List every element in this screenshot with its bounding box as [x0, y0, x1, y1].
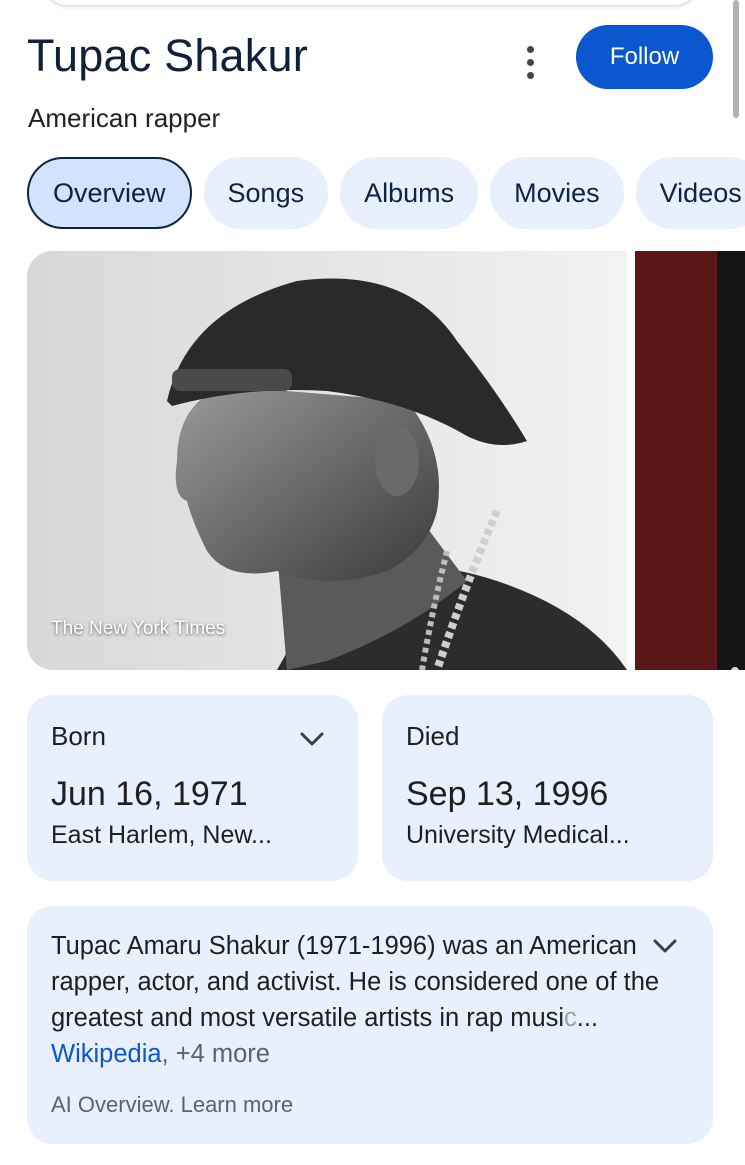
died-card[interactable]: Died Sep 13, 1996 University Medical... — [382, 695, 713, 881]
summary-card[interactable]: Tupac Amaru Shakur (1971-1996) was an Am… — [27, 906, 713, 1144]
died-label: Died — [406, 721, 460, 751]
secondary-photo[interactable] — [635, 251, 745, 670]
born-place: East Harlem, New... — [51, 821, 272, 849]
died-place: University Medical... — [406, 821, 630, 849]
tab-albums[interactable]: Albums — [340, 157, 479, 229]
more-sources-link[interactable]: +4 more — [176, 1040, 270, 1068]
main-photo[interactable]: The New York Times — [27, 251, 627, 670]
scrollbar[interactable] — [733, 0, 739, 118]
summary-text: Tupac Amaru Shakur (1971-1996) was an Am… — [51, 932, 660, 1068]
born-label: Born — [51, 721, 106, 751]
born-card[interactable]: Born Jun 16, 1971 East Harlem, New... — [27, 695, 358, 881]
died-date: Sep 13, 1996 — [406, 775, 609, 813]
chevron-down-icon[interactable] — [651, 936, 679, 956]
born-date: Jun 16, 1971 — [51, 775, 248, 813]
tab-songs[interactable]: Songs — [203, 157, 329, 229]
search-bar-edge[interactable] — [44, 0, 698, 6]
portrait-illustration — [27, 251, 627, 670]
follow-button[interactable]: Follow — [576, 25, 713, 89]
ai-overview-note[interactable]: AI Overview. Learn more — [51, 1092, 293, 1118]
tab-bar: Overview Songs Albums Movies Videos — [27, 157, 745, 229]
secondary-photo-illustration — [635, 251, 745, 670]
tab-videos[interactable]: Videos — [635, 157, 745, 229]
tab-movies[interactable]: Movies — [490, 157, 624, 229]
summary-ellipsis: ... — [576, 1004, 599, 1032]
chevron-down-icon[interactable] — [298, 729, 326, 749]
summary-fade: c — [564, 1004, 577, 1032]
more-vert-icon[interactable] — [512, 42, 548, 82]
entity-subtitle: American rapper — [28, 103, 221, 133]
tab-overview[interactable]: Overview — [27, 157, 192, 229]
page-title: Tupac Shakur — [27, 30, 308, 81]
wikipedia-link[interactable]: Wikipedia — [51, 1040, 162, 1068]
image-credit: The New York Times — [51, 618, 226, 639]
